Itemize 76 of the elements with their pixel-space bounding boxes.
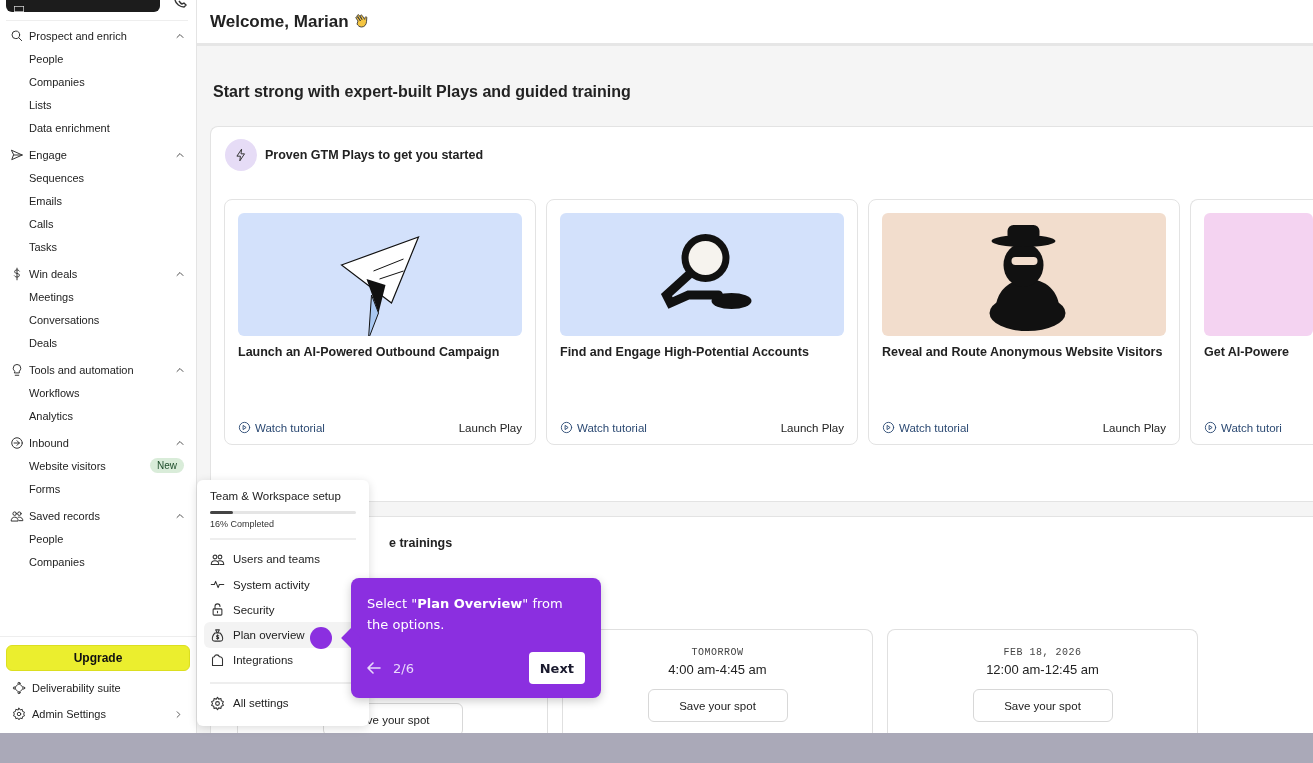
page-title: Welcome, Marian (210, 11, 349, 32)
nav-item[interactable]: People (0, 47, 196, 70)
phone-icon[interactable] (174, 0, 188, 8)
nav-item[interactable]: Sequences (0, 166, 196, 189)
launch-play-link[interactable]: Launch Play (458, 421, 522, 434)
search-icon (10, 28, 24, 43)
nav-item[interactable]: Admin Settings (6, 701, 190, 727)
next-button[interactable]: Next (528, 652, 585, 684)
nav-item[interactable]: Lists (0, 93, 196, 116)
nav-item[interactable]: People (0, 527, 196, 550)
panel-title: Proven GTM Plays to get you started (265, 148, 484, 162)
menu-title: Team & Workspace setup (210, 490, 342, 502)
play-icon (1204, 421, 1217, 434)
lightbulb-icon (10, 362, 24, 377)
settings-icon (210, 695, 225, 711)
lightning-icon (225, 139, 257, 171)
settings-icon (12, 707, 26, 721)
play-card[interactable]: Get AI-Powere Watch tutori (1190, 199, 1313, 445)
training-date: TOMORROW (691, 647, 744, 658)
nav-item[interactable]: Companies (0, 70, 196, 93)
nav-section-header[interactable]: Engage (0, 143, 196, 166)
play-icon (238, 421, 251, 434)
play-card[interactable]: Reveal and Route Anonymous Website Visitors Watch tutorial Launch Play (868, 199, 1180, 445)
nav-section-header[interactable]: Prospect and enrich (0, 24, 196, 47)
nav-item[interactable]: Data enrichment (0, 116, 196, 139)
watch-tutorial-link[interactable]: Watch tutori (1204, 421, 1282, 434)
nav-section-header[interactable]: Inbound (0, 431, 196, 454)
play-card[interactable]: Launch an AI-Powered Outbound Campaign Watch tutorial Launch Play (224, 199, 536, 445)
nav-item[interactable]: Calls (0, 212, 196, 235)
nav-item[interactable]: Emails (0, 189, 196, 212)
card-title: Launch an AI-Powered Outbound Campaign (238, 345, 501, 361)
home-button[interactable] (6, 0, 160, 12)
save-spot-button[interactable]: Save your spot (647, 689, 788, 722)
nav-item[interactable]: Deliverability suite (6, 675, 190, 701)
new-badge: New (150, 458, 184, 473)
nav-item[interactable]: Tasks (0, 235, 196, 258)
nav-item[interactable]: Companies (0, 550, 196, 573)
nav-section-header[interactable]: Saved records (0, 504, 196, 527)
enter-icon (10, 435, 24, 450)
launch-play-link[interactable]: Launch Play (780, 421, 844, 434)
nav-section-header[interactable]: Tools and automation (0, 358, 196, 381)
nav-item[interactable]: Forms (0, 477, 196, 500)
menu-item[interactable]: Users and teams (204, 546, 362, 573)
nodes-icon (12, 681, 26, 695)
users-icon (10, 508, 24, 523)
training-time: 4:00 am-4:45 am (668, 662, 767, 677)
padlock-icon (210, 602, 225, 618)
tooltip-text: Select "Plan Overview" from the options. (367, 595, 564, 634)
watch-tutorial-link[interactable]: Watch tutorial (238, 421, 325, 434)
progress-label: 16% Completed (210, 518, 276, 529)
nav-item[interactable]: Website visitors (29, 459, 106, 472)
save-spot-button[interactable]: Save your spot (972, 689, 1113, 722)
training-time: 12:00 am-12:45 am (986, 662, 1099, 677)
play-card[interactable]: Find and Engage High-Potential Accounts Watch tutorial Launch Play (546, 199, 858, 445)
card-title: Find and Engage High-Potential Accounts (560, 345, 810, 361)
nav-item[interactable]: Workflows (0, 381, 196, 404)
card-title: Get AI-Powere (1204, 345, 1290, 361)
nav-item[interactable]: Conversations (0, 308, 196, 331)
nav-item[interactable]: Analytics (0, 404, 196, 427)
back-arrow-icon[interactable] (367, 662, 381, 674)
section-heading: Start strong with expert-built Plays and guided training (213, 83, 632, 101)
launch-play-link[interactable]: Launch Play (1102, 421, 1166, 434)
upgrade-button[interactable]: Upgrade (6, 645, 190, 671)
nav-item[interactable]: Meetings (0, 285, 196, 308)
step-counter: 2/6 (393, 660, 415, 676)
money-bag-icon (210, 627, 225, 643)
play-icon (560, 421, 573, 434)
play-icon (882, 421, 895, 434)
nav-item[interactable]: Deals (0, 331, 196, 354)
watch-tutorial-link[interactable]: Watch tutorial (882, 421, 969, 434)
training-date: FEB 18, 2026 (1003, 647, 1082, 658)
panel-title: e trainings (389, 536, 453, 550)
watch-tutorial-link[interactable]: Watch tutorial (560, 421, 647, 434)
nav-section-header[interactable]: Win deals (0, 262, 196, 285)
card-title: Reveal and Route Anonymous Website Visitors (882, 345, 1164, 361)
send-icon (10, 147, 24, 162)
